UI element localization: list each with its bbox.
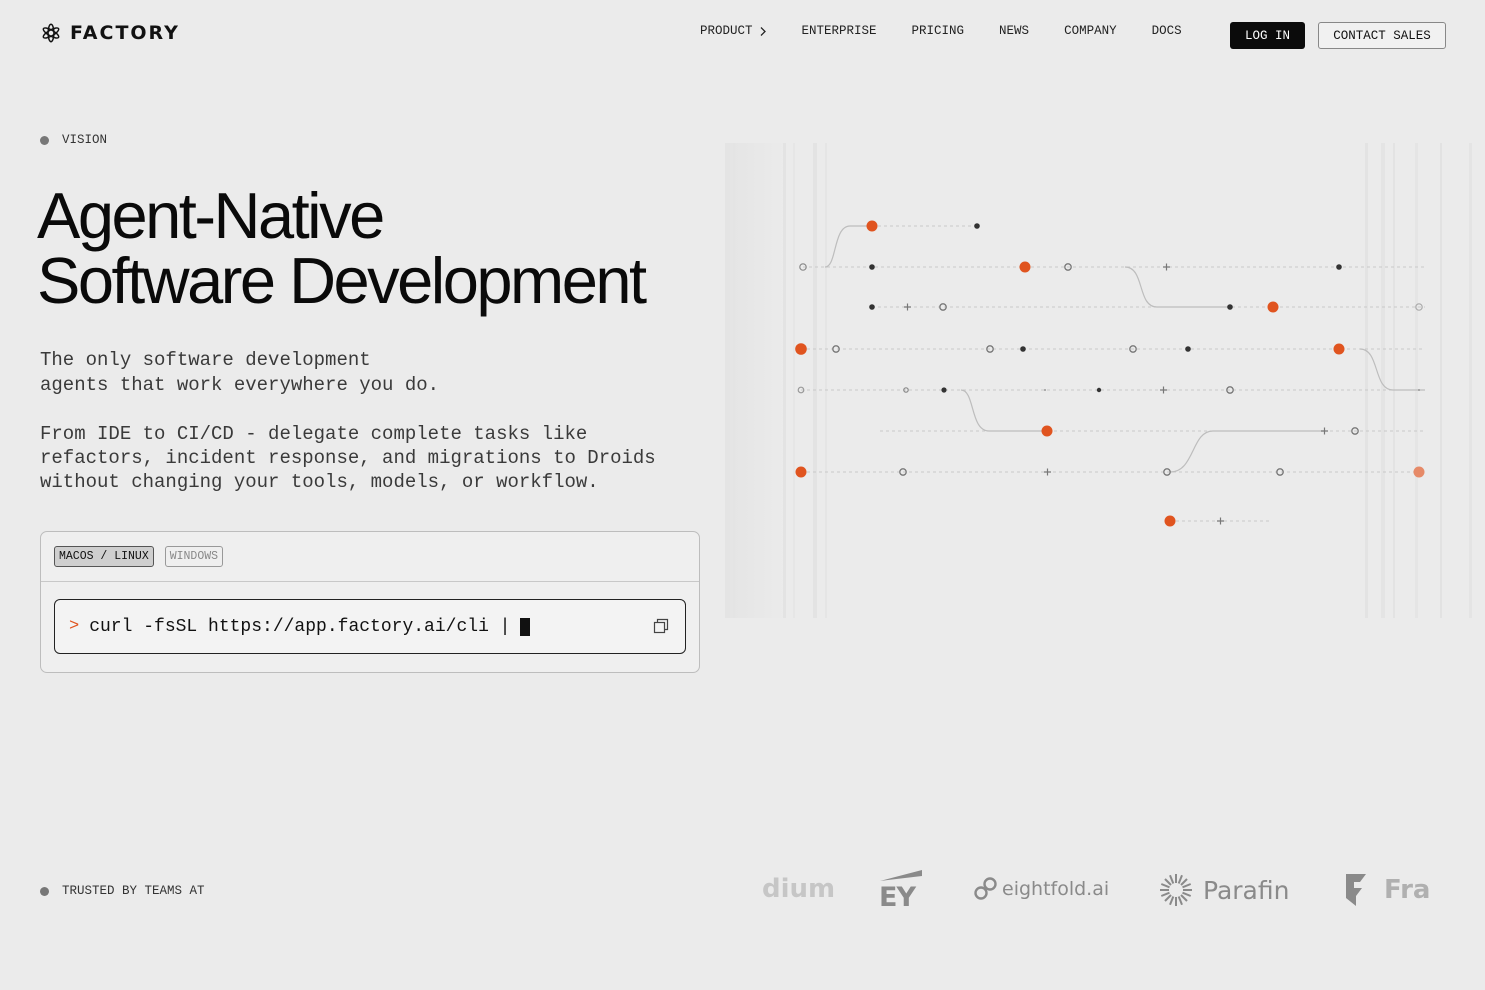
fra-mark-icon [1346, 874, 1366, 906]
copy-icon[interactable] [653, 618, 669, 634]
body-line-1: From IDE to CI/CD - delegate complete ta… [40, 423, 588, 445]
body-line-2: refactors, incident response, and migrat… [40, 447, 656, 469]
logo-fra-text: Fra [1384, 875, 1431, 905]
nav-item-docs[interactable]: DOCS [1152, 24, 1182, 38]
trusted-eyebrow: TRUSTED BY TEAMS AT [40, 884, 205, 898]
hero-title: Agent-Native Software Development [37, 179, 647, 317]
prompt-symbol: > [69, 617, 80, 636]
customer-logos: dium EY eightfold.ai Parafin Fra [700, 860, 1448, 920]
logo-parafin: Parafin [1158, 872, 1289, 908]
logo-fra: Fra [1344, 872, 1448, 908]
install-command-text: curl -fsSL https://app.factory.ai/cli | [89, 616, 511, 637]
nav-item-label: ENTERPRISE [801, 24, 877, 38]
logo-parafin-text: Parafin [1203, 875, 1290, 905]
install-command-field[interactable]: > curl -fsSL https://app.factory.ai/cli … [54, 599, 686, 654]
nav-item-enterprise[interactable]: ENTERPRISE [802, 24, 877, 38]
hero-title-line-2: Software Development [37, 244, 647, 317]
logo-dium-text: dium [762, 874, 836, 904]
chevron-right-icon [760, 26, 766, 36]
hero-lede: The only software development agents tha… [40, 348, 560, 398]
connection-lines [801, 225, 1425, 522]
tab-macos-linux[interactable]: MACOS / LINUX [54, 546, 154, 567]
bullet-dot-icon [40, 135, 49, 145]
factory-logo-icon [42, 23, 60, 43]
login-button[interactable]: LOG IN [1230, 22, 1305, 49]
nav-item-news[interactable]: NEWS [999, 24, 1029, 38]
body-line-3: without changing your tools, models, or … [40, 471, 599, 493]
nav-item-label: COMPANY [1064, 24, 1117, 38]
ey-mark-icon [880, 870, 922, 881]
eightfold-mark-icon [974, 877, 997, 900]
nav-item-label: PRICING [911, 24, 965, 38]
tab-windows[interactable]: WINDOWS [164, 546, 224, 567]
os-tabs: MACOS / LINUX WINDOWS [41, 532, 699, 582]
agent-network-diagram [725, 143, 1472, 618]
bullet-dot-icon [40, 886, 49, 896]
install-panel: MACOS / LINUX WINDOWS > curl -fsSL https… [40, 531, 700, 673]
nav-item-pricing[interactable]: PRICING [912, 24, 965, 38]
diagram-nodes [795, 220, 1425, 527]
eyebrow-label: VISION [62, 133, 108, 147]
trusted-label: TRUSTED BY TEAMS AT [62, 884, 205, 898]
main-nav: PRODUCT ENTERPRISE PRICING NEWS COMPANY … [700, 24, 1182, 38]
text-cursor [520, 617, 531, 636]
nav-item-company[interactable]: COMPANY [1064, 24, 1117, 38]
nav-item-label: PRODUCT [700, 24, 753, 38]
brand-name: FACTORY [70, 22, 180, 44]
logo-ey: EY [878, 868, 924, 914]
nav-item-label: DOCS [1151, 24, 1182, 38]
nav-item-product[interactable]: PRODUCT [700, 24, 767, 38]
factory-logo[interactable]: FACTORY [40, 22, 180, 44]
logo-dium: dium [762, 874, 835, 904]
lede-line-1: The only software development [40, 349, 371, 371]
hero-title-line-1: Agent-Native [37, 179, 385, 252]
logo-eightfold-text: eightfold.ai [1002, 878, 1110, 900]
lede-line-2: agents that work everywhere you do. [40, 374, 440, 396]
hero-body: From IDE to CI/CD - delegate complete ta… [40, 422, 700, 494]
background-stripes [725, 143, 1472, 618]
nav-item-label: NEWS [999, 24, 1030, 38]
parafin-burst-icon [1160, 874, 1192, 906]
logo-ey-text: EY [879, 882, 916, 913]
section-eyebrow: VISION [40, 133, 107, 147]
contact-sales-button[interactable]: CONTACT SALES [1318, 22, 1446, 49]
logo-eightfold: eightfold.ai [974, 876, 1109, 902]
